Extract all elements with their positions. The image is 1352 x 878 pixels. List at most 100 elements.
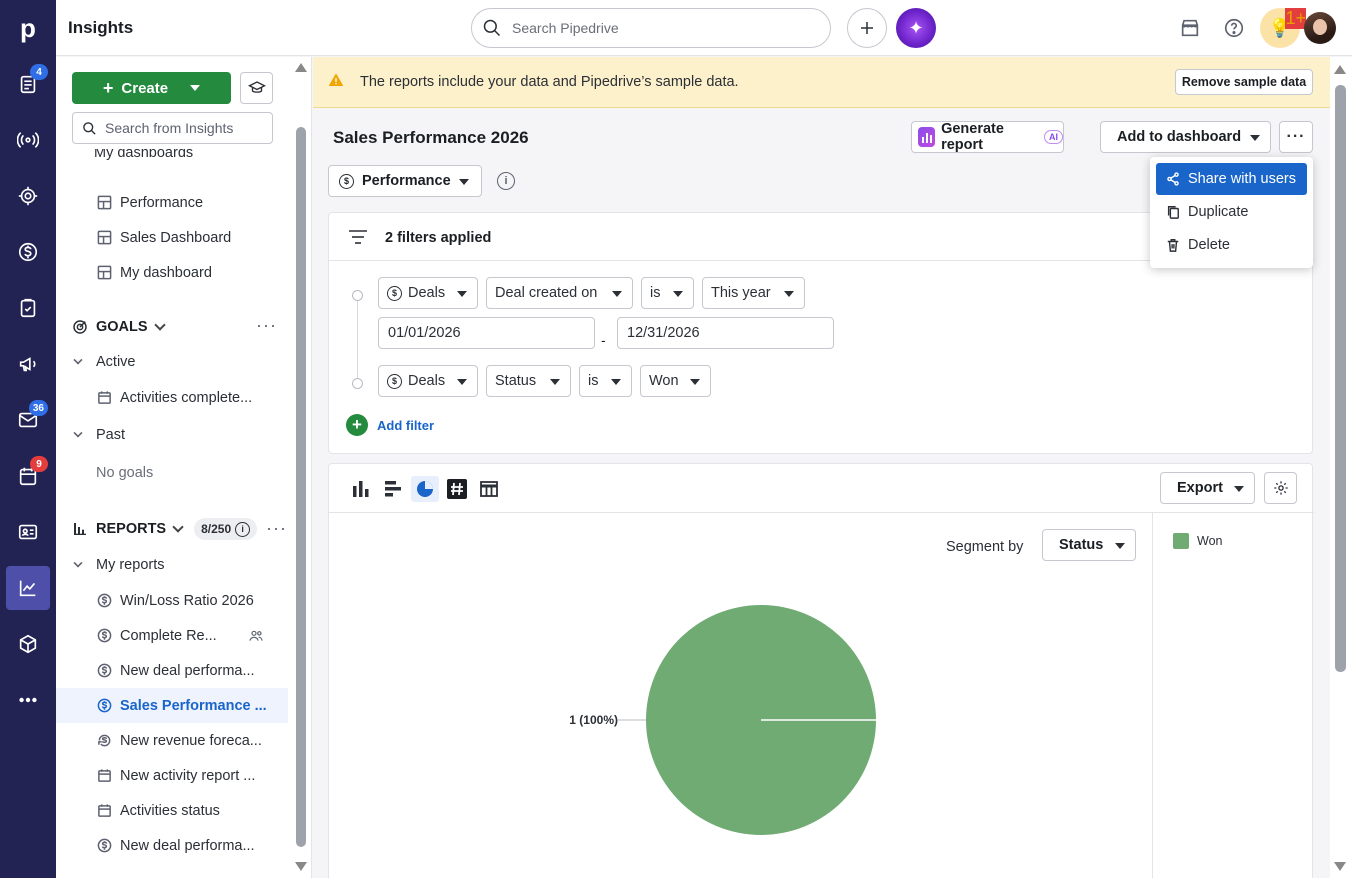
filter2-value-select[interactable]: Won: [640, 365, 711, 397]
marketplace-icon[interactable]: [1178, 16, 1202, 40]
pie-data-label: 1 (100%): [569, 713, 618, 727]
add-to-dashboard-button[interactable]: Add to dashboard: [1100, 121, 1271, 153]
filter2-operator-select[interactable]: is: [579, 365, 632, 397]
table-view-icon[interactable]: [475, 476, 503, 502]
scroll-up-icon[interactable]: [295, 63, 307, 72]
global-search-input[interactable]: Search Pipedrive: [471, 8, 831, 48]
filter2-field-select[interactable]: Status: [486, 365, 571, 397]
sidebar-item-report[interactable]: Activities status: [56, 793, 288, 828]
rail-tasks-icon[interactable]: [8, 288, 48, 328]
rail-contacts-icon[interactable]: [8, 512, 48, 552]
sidebar-scroll-thumb[interactable]: [296, 127, 306, 847]
reports-more-icon[interactable]: ···: [266, 518, 287, 539]
scroll-down-icon[interactable]: [1334, 862, 1346, 871]
reports-count: 8/250: [201, 522, 232, 536]
top-bar: Insights Search Pipedrive ✦ 💡 1+: [56, 0, 1352, 56]
sidebar-item-dashboard[interactable]: My dashboard: [56, 255, 288, 290]
avatar[interactable]: [1304, 12, 1336, 44]
chevron-down-icon: [73, 354, 83, 365]
my-dashboards-header[interactable]: My dashboards: [74, 149, 306, 171]
export-button[interactable]: Export: [1160, 472, 1255, 504]
sidebar-item-report[interactable]: New activity report ...: [56, 758, 288, 793]
main-scrollbar[interactable]: [1330, 57, 1352, 878]
search-icon: [483, 19, 501, 37]
sidebar-item-dashboard[interactable]: Performance: [56, 185, 288, 220]
filter-icon: [349, 230, 367, 244]
sidebar-item-report[interactable]: New deal performa...: [56, 653, 288, 688]
caret-down-icon: [457, 291, 467, 297]
rail-campaigns-icon[interactable]: [8, 344, 48, 384]
filter1-entity-select[interactable]: $ Deals: [378, 277, 478, 309]
rail-mail-icon[interactable]: 36: [8, 400, 48, 440]
quick-add-button[interactable]: [847, 8, 887, 48]
generate-report-icon: [918, 127, 936, 147]
filter1-value-select[interactable]: This year: [702, 277, 805, 309]
duplicate-menu-item[interactable]: Duplicate: [1156, 196, 1307, 228]
main-scroll-thumb[interactable]: [1335, 85, 1346, 672]
scroll-down-icon[interactable]: [295, 862, 307, 871]
goals-more-icon[interactable]: ···: [256, 315, 277, 336]
global-search-placeholder: Search Pipedrive: [512, 20, 619, 36]
goals-active-group[interactable]: Active: [56, 344, 288, 379]
my-reports-group[interactable]: My reports: [56, 547, 288, 582]
tips-button[interactable]: 💡 1+: [1260, 8, 1306, 48]
sidebar-item-report-active[interactable]: Sales Performance ...: [56, 688, 288, 723]
menu-item-label: Delete: [1188, 237, 1230, 253]
rail-broadcast-icon[interactable]: [8, 120, 48, 160]
calendar-icon: [96, 390, 112, 406]
sidebar-item-dashboard[interactable]: Sales Dashboard: [56, 220, 288, 255]
filter-node: [352, 378, 363, 389]
legend-item-won[interactable]: Won: [1173, 533, 1222, 549]
caret-down-icon: [1250, 135, 1260, 141]
sidebar-scrollbar[interactable]: [292, 57, 311, 878]
rail-calendar-icon[interactable]: 9: [8, 456, 48, 496]
info-icon[interactable]: i: [235, 521, 251, 537]
sidebar-item-label: My dashboard: [120, 264, 212, 281]
sidebar-item-report[interactable]: Complete Re...: [56, 618, 288, 653]
filter1-field-select[interactable]: Deal created on: [486, 277, 633, 309]
sidebar-item-report[interactable]: New revenue foreca...: [56, 723, 288, 758]
report-view-select[interactable]: $ Performance: [328, 165, 482, 197]
rail-products-icon[interactable]: [8, 624, 48, 664]
rail-leads-icon[interactable]: 4: [8, 64, 48, 104]
column-chart-icon[interactable]: [347, 476, 375, 502]
generate-report-button[interactable]: Generate report AI: [911, 121, 1064, 153]
chart-settings-button[interactable]: [1264, 472, 1297, 504]
report-title[interactable]: Sales Performance 2026: [333, 128, 529, 148]
goals-title: GOALS: [96, 319, 148, 335]
scroll-up-icon[interactable]: [1334, 65, 1346, 74]
filter1-operator-select[interactable]: is: [641, 277, 694, 309]
reports-section-header[interactable]: REPORTS 8/250 i: [72, 518, 258, 540]
goals-past-group[interactable]: Past: [56, 417, 288, 452]
caret-down-icon: [190, 85, 201, 91]
add-filter-button[interactable]: + Add filter: [346, 414, 434, 436]
rail-insights-icon[interactable]: [6, 566, 50, 610]
pie-chart-icon[interactable]: [411, 476, 439, 502]
rail-deals-icon[interactable]: [8, 232, 48, 272]
plus-icon: +: [346, 414, 368, 436]
insights-search-input[interactable]: Search from Insights: [72, 112, 273, 144]
sidebar-item-goal[interactable]: Activities complete...: [56, 380, 288, 415]
remove-sample-data-button[interactable]: Remove sample data: [1175, 69, 1313, 95]
ai-assistant-button[interactable]: ✦: [896, 8, 936, 48]
goals-section-header[interactable]: GOALS: [72, 319, 166, 335]
more-actions-button[interactable]: ···: [1279, 121, 1313, 153]
date-to-input[interactable]: 12/31/2026: [617, 317, 834, 349]
learn-button[interactable]: [240, 72, 273, 104]
bar-chart-icon[interactable]: [379, 476, 407, 502]
pipedrive-logo[interactable]: p: [0, 0, 56, 56]
legend-swatch: [1173, 533, 1189, 549]
info-icon[interactable]: i: [497, 172, 515, 190]
create-button[interactable]: + Create: [72, 72, 231, 104]
sidebar-item-report[interactable]: Win/Loss Ratio 2026: [56, 583, 288, 618]
delete-menu-item[interactable]: Delete: [1156, 229, 1307, 261]
rail-target-icon[interactable]: [8, 176, 48, 216]
date-from-input[interactable]: 01/01/2026: [378, 317, 595, 349]
goals-past-label: Past: [96, 426, 126, 443]
filter2-entity-select[interactable]: $ Deals: [378, 365, 478, 397]
share-with-users-menu-item[interactable]: Share with users: [1156, 163, 1307, 195]
rail-more-icon[interactable]: [8, 680, 48, 720]
help-icon[interactable]: [1222, 16, 1246, 40]
sidebar-item-report[interactable]: New deal performa...: [56, 828, 288, 863]
scorecard-icon[interactable]: [443, 476, 471, 502]
